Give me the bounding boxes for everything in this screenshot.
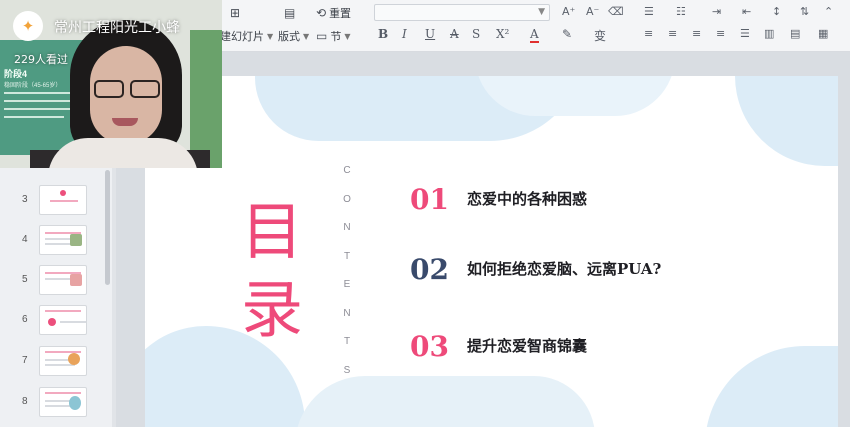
slide-thumbnail-7[interactable]: 7 — [0, 346, 105, 380]
line-spacing-icon[interactable]: ↕ — [772, 5, 781, 18]
slide-number: 8 — [22, 396, 28, 407]
background-wave — [705, 346, 838, 427]
background-wave — [295, 376, 595, 427]
text-box-icon[interactable]: ▤ — [790, 27, 800, 40]
new-slide-button[interactable]: 建幻灯片 ▼ — [220, 26, 273, 46]
section-button[interactable]: ▭ 节 ▼ — [316, 26, 351, 46]
slide-thumbnail-4[interactable]: 4 — [0, 225, 105, 259]
collapse-ribbon-icon[interactable]: ⌃ — [824, 5, 833, 18]
thumbnail-image — [39, 305, 87, 335]
chevron-down-icon: ▼ — [344, 31, 351, 41]
reset-button[interactable]: ⟲ 重置 — [316, 3, 351, 23]
contents-letter: O — [343, 193, 351, 205]
contents-vertical-label: C O N T E N T S — [341, 166, 353, 376]
bullets-icon[interactable]: ☰ — [644, 5, 654, 18]
slide-number: 3 — [22, 194, 28, 205]
align-center-icon[interactable]: ≡ — [668, 27, 677, 40]
contents-letter: S — [343, 364, 351, 376]
contents-letter: T — [343, 250, 351, 262]
contents-letter: C — [343, 165, 351, 176]
thumbnail-image — [39, 346, 87, 376]
layout-icon-button[interactable]: ▤ — [284, 3, 295, 23]
distributed-icon[interactable]: ☰ — [740, 27, 750, 40]
decrease-font-icon[interactable]: A⁻ — [586, 5, 599, 18]
item-number: 03 — [410, 330, 449, 363]
indent-icon[interactable]: ⇥ — [712, 5, 721, 18]
thumbnail-image — [39, 387, 87, 417]
presenter-mouth — [112, 118, 138, 126]
slide-number: 5 — [22, 274, 28, 285]
columns-icon[interactable]: ▥ — [764, 27, 774, 40]
viewer-count: 229人看过 — [14, 53, 68, 66]
presentation-app: ⊞ ▤ ⟲ 重置 建幻灯片 ▼ 版式 ▼ ▭ 节 ▼ ▼ A⁺ A⁻ ⌫ ☰ ☷ ⇥ ⇤ … — [0, 0, 850, 427]
align-left-icon[interactable]: ≡ — [644, 27, 653, 40]
font-size-select[interactable]: ▼ — [374, 4, 550, 21]
section-icon: ▭ — [316, 29, 328, 43]
slide-number: 7 — [22, 355, 28, 366]
outdent-icon[interactable]: ⇤ — [742, 5, 751, 18]
superscript-icon[interactable]: X² — [496, 27, 509, 41]
contents-letter: T — [343, 336, 351, 348]
agenda-item: 提升恋爱智商锦囊 — [467, 337, 588, 355]
agenda-item: 恋爱中的各种困惑 — [467, 190, 588, 208]
webcam-overlay: 阶段4 稳固阶段（45-65岁） ✦ 常州工程阳光工小蜂 229人看过 — [0, 0, 222, 168]
shadow-icon[interactable]: S — [472, 27, 480, 41]
numbering-icon[interactable]: ☷ — [676, 5, 686, 18]
layout-icon: ▤ — [284, 6, 296, 20]
reset-icon: ⟲ — [316, 6, 327, 20]
slide-add-icon: ⊞ — [230, 6, 241, 20]
background-wave — [735, 76, 838, 166]
increase-font-icon[interactable]: A⁺ — [562, 5, 575, 18]
slide-title-char: 目 — [241, 195, 304, 268]
chevron-down-icon: ▼ — [538, 7, 545, 17]
bold-icon[interactable]: B — [378, 27, 388, 41]
contents-letter: N — [343, 222, 351, 234]
poster-subtitle: 稳固阶段（45-65岁） — [4, 83, 62, 89]
layout-label: 版式 — [278, 30, 300, 43]
reset-label: 重置 — [329, 7, 352, 20]
new-slide-label: 建幻灯片 — [220, 30, 264, 43]
item-number: 01 — [410, 183, 449, 216]
chevron-down-icon: ▼ — [303, 31, 310, 41]
contents-letter: E — [343, 279, 351, 291]
justify-icon[interactable]: ≡ — [716, 27, 725, 40]
bee-logo-icon: ✦ — [13, 11, 43, 41]
wall-poster — [190, 30, 222, 168]
chevron-down-icon: ▼ — [267, 31, 274, 41]
text-direction-icon[interactable]: ⇅ — [800, 5, 809, 18]
presenter-glasses — [92, 80, 162, 100]
slide-thumbnail-3[interactable]: 3 — [0, 185, 105, 219]
channel-name: 常州工程阳光工小蜂 — [54, 20, 180, 36]
slide-title-char: 录 — [241, 273, 304, 346]
thumbnail-scrollbar[interactable] — [105, 170, 110, 285]
slide-thumbnail-6[interactable]: 6 — [0, 305, 105, 339]
thumbnail-image — [39, 265, 87, 295]
slide-thumbnail-5[interactable]: 5 — [0, 265, 105, 299]
thumbnail-image — [39, 185, 87, 215]
underline-icon[interactable]: U — [425, 27, 435, 41]
thumbnail-image — [39, 225, 87, 255]
new-slide-icon-button[interactable]: ⊞ — [230, 3, 240, 23]
slide-number: 6 — [22, 314, 28, 325]
slide-canvas[interactable]: 目 录 C O N T E N T S 01 恋爱中的各种困惑 02 如何拒绝恋… — [145, 76, 838, 427]
clear-format-icon[interactable]: ⌫ — [608, 5, 624, 18]
item-number: 02 — [410, 253, 449, 286]
align-right-icon[interactable]: ≡ — [692, 27, 701, 40]
contents-letter: N — [343, 307, 351, 319]
highlight-icon[interactable]: ✎ — [562, 27, 572, 41]
character-spacing-icon[interactable]: 变 — [594, 27, 606, 44]
arrange-icon[interactable]: ▦ — [818, 27, 828, 40]
presenter-scarf — [48, 138, 198, 168]
strikethrough-icon[interactable]: A — [450, 27, 459, 41]
section-label: 节 — [330, 30, 342, 43]
layout-button[interactable]: 版式 ▼ — [278, 26, 309, 46]
italic-icon[interactable]: I — [402, 27, 407, 41]
slide-thumbnail-8[interactable]: 8 — [0, 387, 105, 421]
poster-title: 阶段4 — [4, 69, 28, 79]
slide-number: 4 — [22, 234, 28, 245]
agenda-item: 如何拒绝恋爱脑、远离PUA? — [467, 260, 662, 278]
font-color-icon[interactable]: A — [530, 27, 539, 43]
